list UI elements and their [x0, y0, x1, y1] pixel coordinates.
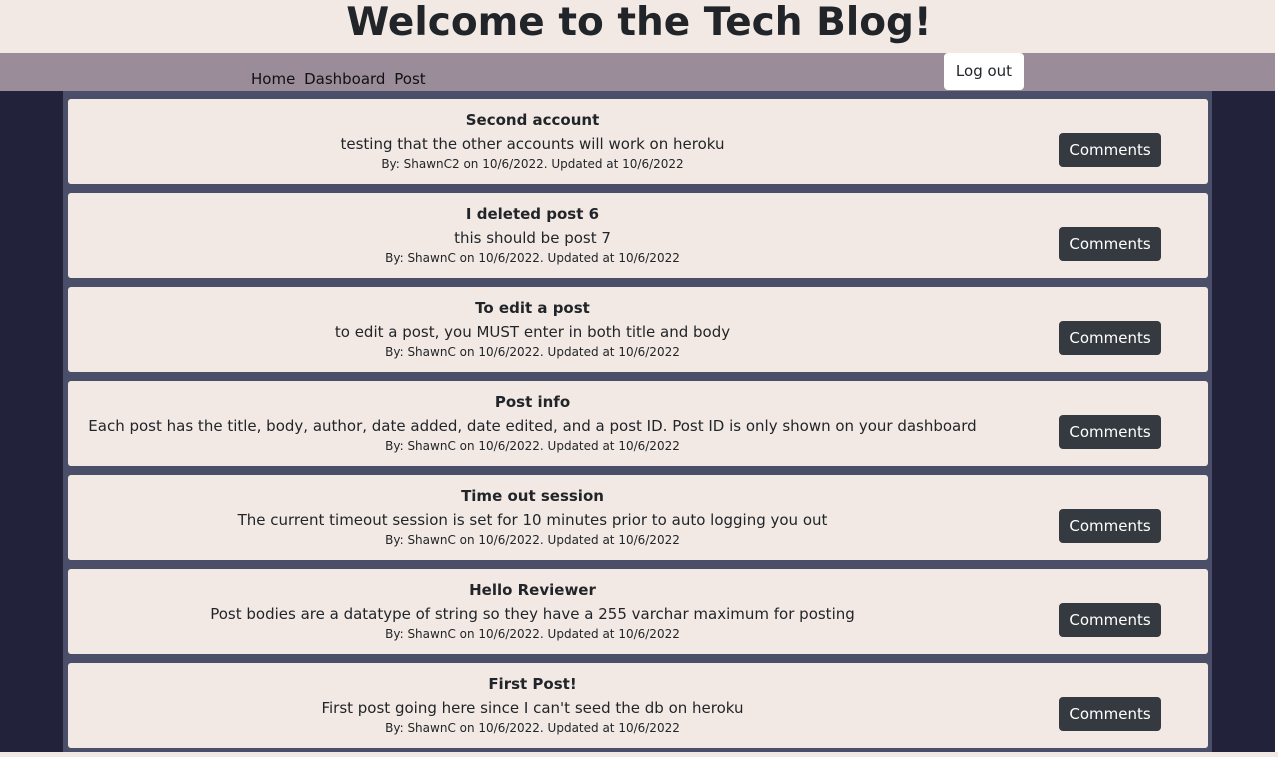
- page-title: Welcome to the Tech Blog!: [346, 0, 932, 45]
- nav-link-post[interactable]: Post: [394, 70, 425, 88]
- post-card: Hello Reviewer Post bodies are a datatyp…: [68, 569, 1208, 654]
- comments-button[interactable]: Comments: [1059, 227, 1161, 261]
- post-title: Post info: [494, 393, 571, 411]
- comments-button[interactable]: Comments: [1059, 321, 1161, 355]
- post-body: this should be post 7: [454, 229, 611, 247]
- post-card: I deleted post 6 this should be post 7 B…: [68, 193, 1208, 278]
- post-card: To edit a post to edit a post, you MUST …: [68, 287, 1208, 372]
- post-meta: By: ShawnC2 on 10/6/2022. Updated at 10/…: [381, 157, 684, 171]
- post-list: Second account testing that the other ac…: [68, 99, 1208, 757]
- post-meta: By: ShawnC on 10/6/2022. Updated at 10/6…: [385, 439, 680, 453]
- post-text: Hello Reviewer Post bodies are a datatyp…: [68, 569, 997, 642]
- post-text: I deleted post 6 this should be post 7 B…: [68, 193, 997, 266]
- post-body: First post going here since I can't seed…: [321, 699, 744, 717]
- post-card: Post info Each post has the title, body,…: [68, 381, 1208, 466]
- comments-button[interactable]: Comments: [1059, 415, 1161, 449]
- post-body: Each post has the title, body, author, d…: [88, 417, 977, 435]
- post-card: First Post! First post going here since …: [68, 663, 1208, 748]
- nav-link-home[interactable]: Home: [251, 70, 295, 88]
- site-header: Welcome to the Tech Blog!: [0, 0, 1278, 53]
- post-meta: By: ShawnC on 10/6/2022. Updated at 10/6…: [385, 533, 680, 547]
- comments-button[interactable]: Comments: [1059, 133, 1161, 167]
- post-title: I deleted post 6: [465, 205, 600, 223]
- post-meta: By: ShawnC on 10/6/2022. Updated at 10/6…: [385, 251, 680, 265]
- post-text: To edit a post to edit a post, you MUST …: [68, 287, 997, 360]
- post-body: to edit a post, you MUST enter in both t…: [334, 323, 731, 341]
- post-text: Post info Each post has the title, body,…: [68, 381, 997, 454]
- post-meta: By: ShawnC on 10/6/2022. Updated at 10/6…: [385, 721, 680, 735]
- post-text: Time out session The current timeout ses…: [68, 475, 997, 548]
- post-title: Second account: [465, 111, 600, 129]
- navbar: Home Dashboard Post Log out: [0, 53, 1275, 91]
- logout-button[interactable]: Log out: [944, 53, 1024, 90]
- main-content: Second account testing that the other ac…: [0, 91, 1275, 752]
- post-body: The current timeout session is set for 1…: [237, 511, 828, 529]
- post-body: testing that the other accounts will wor…: [340, 135, 725, 153]
- post-meta: By: ShawnC on 10/6/2022. Updated at 10/6…: [385, 627, 680, 641]
- comments-button[interactable]: Comments: [1059, 603, 1161, 637]
- post-card: Second account testing that the other ac…: [68, 99, 1208, 184]
- comments-button[interactable]: Comments: [1059, 509, 1161, 543]
- comments-button[interactable]: Comments: [1059, 697, 1161, 731]
- posts-column: Second account testing that the other ac…: [63, 91, 1212, 752]
- post-title: First Post!: [488, 675, 577, 693]
- post-title: To edit a post: [475, 299, 590, 317]
- post-text: First Post! First post going here since …: [68, 663, 997, 736]
- post-text: Second account testing that the other ac…: [68, 99, 997, 172]
- post-title: Hello Reviewer: [469, 581, 596, 599]
- post-body: Post bodies are a datatype of string so …: [210, 605, 855, 623]
- post-meta: By: ShawnC on 10/6/2022. Updated at 10/6…: [385, 345, 680, 359]
- nav-link-dashboard[interactable]: Dashboard: [304, 70, 385, 88]
- nav-links: Home Dashboard Post: [251, 70, 430, 88]
- post-card: Time out session The current timeout ses…: [68, 475, 1208, 560]
- post-title: Time out session: [461, 487, 604, 505]
